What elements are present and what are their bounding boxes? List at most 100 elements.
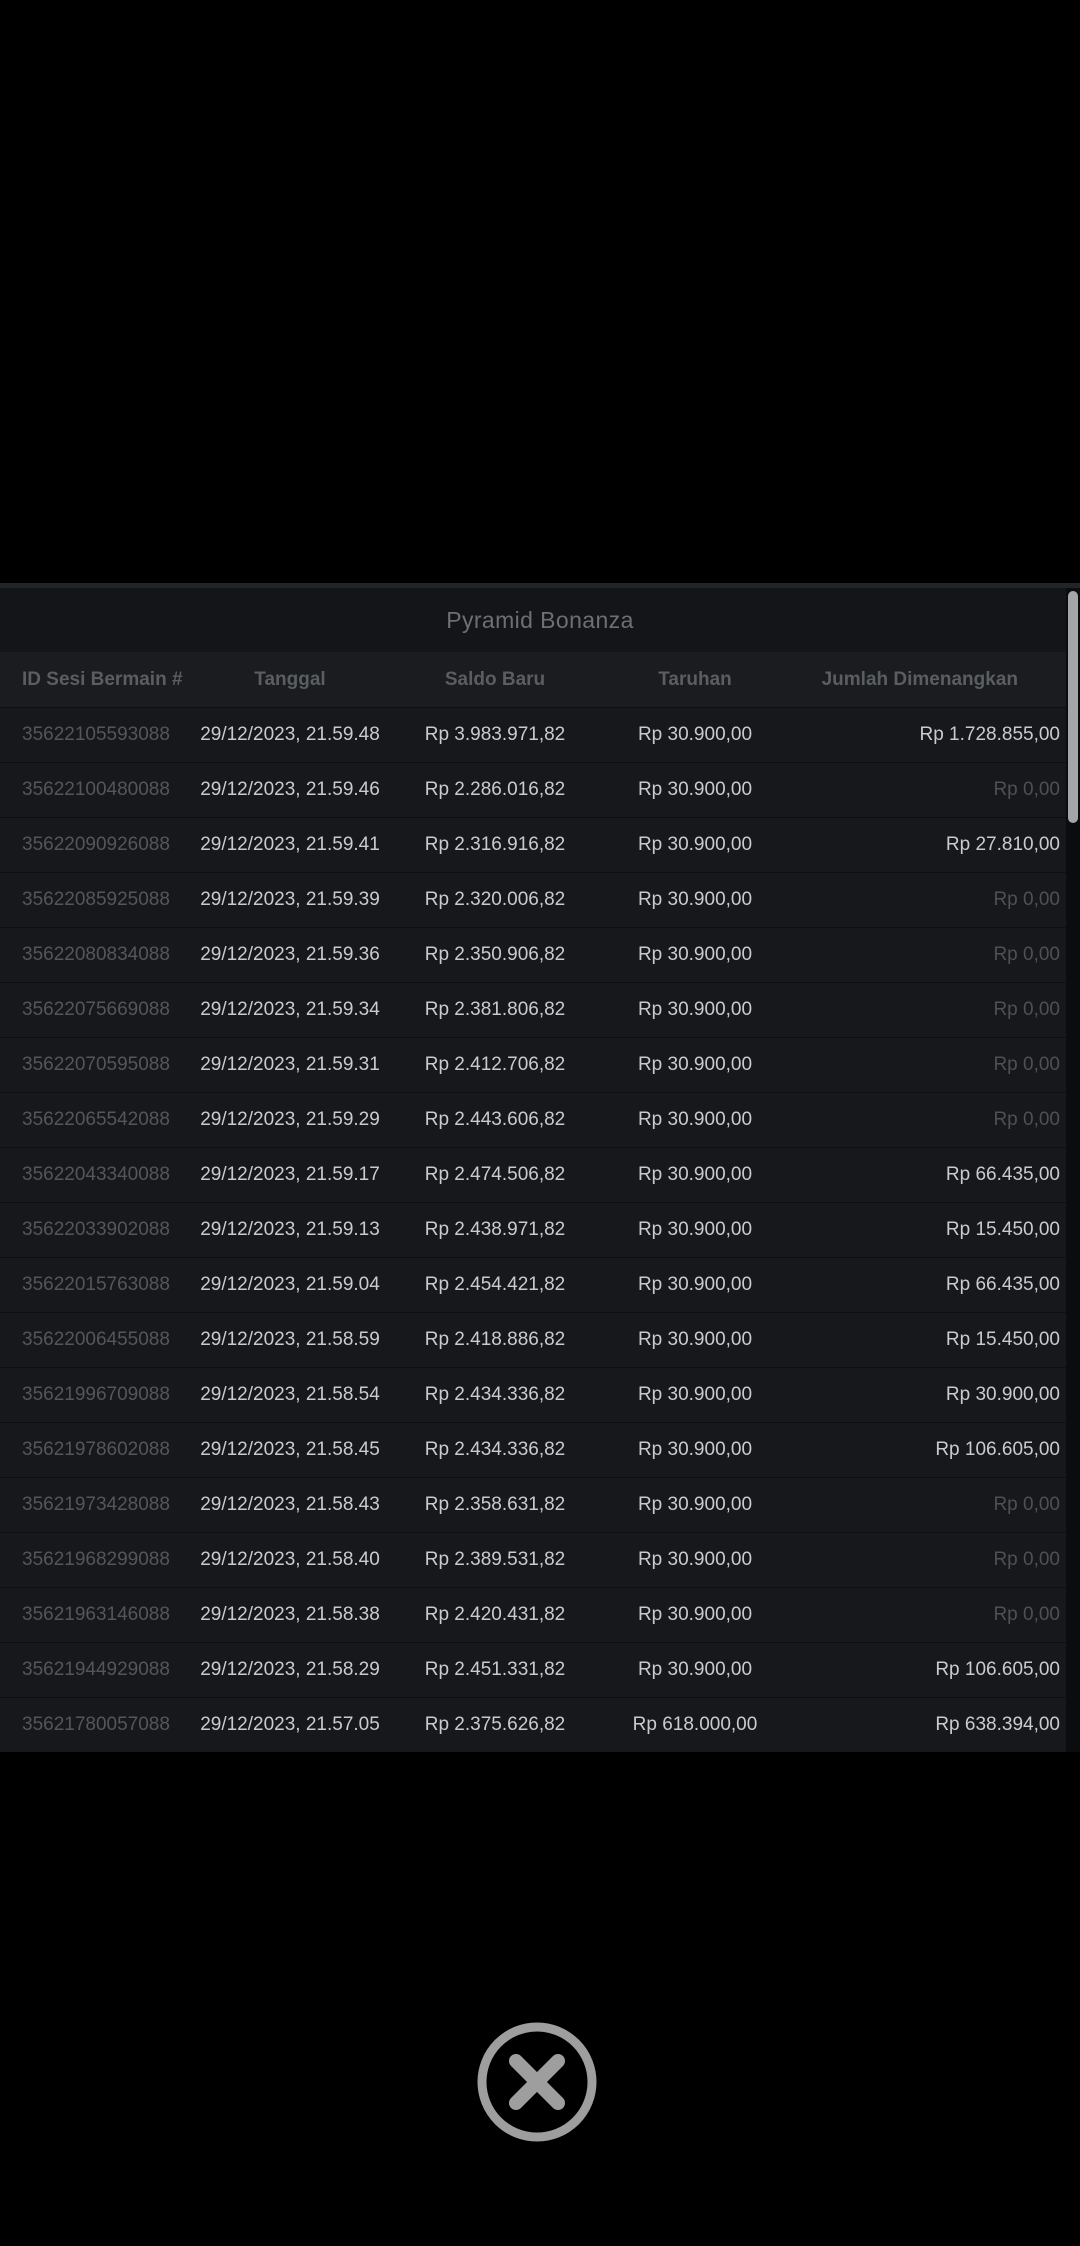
session-id-cell: 35622070595088: [22, 1054, 170, 1075]
new-balance-cell: Rp 2.316.916,82: [424, 834, 566, 855]
bet-cell: Rp 30.900,00: [637, 889, 753, 910]
session-id-cell: 35621963146088: [22, 1604, 170, 1625]
session-id-cell: 35622043340088: [22, 1164, 170, 1185]
table-row: 35621996709088 29/12/2023, 21.58.54 Rp 2…: [0, 1367, 1080, 1422]
date-cell: 29/12/2023, 21.59.41: [200, 834, 380, 855]
bet-cell: Rp 30.900,00: [637, 1054, 753, 1075]
bet-cell: Rp 30.900,00: [637, 1604, 753, 1625]
bet-cell: Rp 30.900,00: [637, 1384, 753, 1405]
amount-won-cell: Rp 1.728.855,00: [919, 724, 1060, 745]
bet-cell: Rp 30.900,00: [637, 1109, 753, 1130]
session-id-cell: 35622065542088: [22, 1109, 170, 1130]
bet-cell: Rp 30.900,00: [637, 1549, 753, 1570]
session-id-cell: 35621973428088: [22, 1494, 170, 1515]
session-id-cell: 35622085925088: [22, 889, 170, 910]
amount-won-cell: Rp 30.900,00: [945, 1384, 1060, 1405]
new-balance-cell: Rp 2.358.631,82: [424, 1494, 566, 1515]
new-balance-cell: Rp 2.350.906,82: [424, 944, 566, 965]
session-id-cell: 35622090926088: [22, 834, 170, 855]
column-header-bet: Taruhan: [658, 668, 732, 690]
amount-won-cell: Rp 66.435,00: [945, 1274, 1060, 1295]
date-cell: 29/12/2023, 21.58.45: [200, 1439, 380, 1460]
date-cell: 29/12/2023, 21.59.04: [200, 1274, 380, 1295]
amount-won-cell: Rp 0,00: [993, 944, 1060, 965]
date-cell: 29/12/2023, 21.58.54: [200, 1384, 380, 1405]
table-row: 35622015763088 29/12/2023, 21.59.04 Rp 2…: [0, 1257, 1080, 1312]
table-row: 35621978602088 29/12/2023, 21.58.45 Rp 2…: [0, 1422, 1080, 1477]
amount-won-cell: Rp 0,00: [993, 1604, 1060, 1625]
date-cell: 29/12/2023, 21.59.48: [200, 724, 380, 745]
date-cell: 29/12/2023, 21.59.36: [200, 944, 380, 965]
bet-cell: Rp 30.900,00: [637, 944, 753, 965]
date-cell: 29/12/2023, 21.58.29: [200, 1659, 380, 1680]
table-row: 35622080834088 29/12/2023, 21.59.36 Rp 2…: [0, 927, 1080, 982]
session-id-cell: 35621780057088: [22, 1714, 170, 1735]
table-row: 35622070595088 29/12/2023, 21.59.31 Rp 2…: [0, 1037, 1080, 1092]
amount-won-cell: Rp 106.605,00: [935, 1439, 1060, 1460]
column-header-date: Tanggal: [254, 668, 326, 690]
session-id-cell: 35622105593088: [22, 724, 170, 745]
bet-cell: Rp 30.900,00: [637, 834, 753, 855]
amount-won-cell: Rp 66.435,00: [945, 1164, 1060, 1185]
scrollbar-thumb[interactable]: [1068, 591, 1078, 823]
date-cell: 29/12/2023, 21.58.40: [200, 1549, 380, 1570]
date-cell: 29/12/2023, 21.57.05: [200, 1714, 380, 1735]
amount-won-cell: Rp 0,00: [993, 1109, 1060, 1130]
session-id-cell: 35622080834088: [22, 944, 170, 965]
column-header-session-id: ID Sesi Bermain #: [22, 668, 183, 690]
new-balance-cell: Rp 2.454.421,82: [424, 1274, 566, 1295]
bet-cell: Rp 30.900,00: [637, 1329, 753, 1350]
bet-cell: Rp 30.900,00: [637, 1659, 753, 1680]
session-id-cell: 35621978602088: [22, 1439, 170, 1460]
session-id-cell: 35621944929088: [22, 1659, 170, 1680]
amount-won-cell: Rp 0,00: [993, 999, 1060, 1020]
date-cell: 29/12/2023, 21.59.46: [200, 779, 380, 800]
scrollbar-track[interactable]: [1066, 588, 1080, 1752]
new-balance-cell: Rp 2.418.886,82: [424, 1329, 566, 1350]
new-balance-cell: Rp 2.412.706,82: [424, 1054, 566, 1075]
table-row: 35622100480088 29/12/2023, 21.59.46 Rp 2…: [0, 762, 1080, 817]
new-balance-cell: Rp 2.474.506,82: [424, 1164, 566, 1185]
session-id-cell: 35622075669088: [22, 999, 170, 1020]
session-id-cell: 35622100480088: [22, 779, 170, 800]
session-id-cell: 35621996709088: [22, 1384, 170, 1405]
date-cell: 29/12/2023, 21.59.31: [200, 1054, 380, 1075]
new-balance-cell: Rp 2.434.336,82: [424, 1439, 566, 1460]
table-body: 35622105593088 29/12/2023, 21.59.48 Rp 3…: [0, 707, 1080, 1752]
table-row: 35621780057088 29/12/2023, 21.57.05 Rp 2…: [0, 1697, 1080, 1752]
table-row: 35622043340088 29/12/2023, 21.59.17 Rp 2…: [0, 1147, 1080, 1202]
amount-won-cell: Rp 27.810,00: [945, 834, 1060, 855]
modal-title-bar: Pyramid Bonanza: [0, 588, 1080, 652]
table-row: 35622006455088 29/12/2023, 21.58.59 Rp 2…: [0, 1312, 1080, 1367]
new-balance-cell: Rp 2.389.531,82: [424, 1549, 566, 1570]
new-balance-cell: Rp 2.451.331,82: [424, 1659, 566, 1680]
date-cell: 29/12/2023, 21.59.17: [200, 1164, 380, 1185]
bet-cell: Rp 30.900,00: [637, 999, 753, 1020]
amount-won-cell: Rp 0,00: [993, 1494, 1060, 1515]
session-id-cell: 35622015763088: [22, 1274, 170, 1295]
amount-won-cell: Rp 0,00: [993, 1054, 1060, 1075]
new-balance-cell: Rp 2.438.971,82: [424, 1219, 566, 1240]
session-id-cell: 35622033902088: [22, 1219, 170, 1240]
table-row: 35621968299088 29/12/2023, 21.58.40 Rp 2…: [0, 1532, 1080, 1587]
new-balance-cell: Rp 2.381.806,82: [424, 999, 566, 1020]
date-cell: 29/12/2023, 21.59.34: [200, 999, 380, 1020]
close-button[interactable]: [473, 2018, 601, 2146]
bet-cell: Rp 30.900,00: [637, 779, 753, 800]
new-balance-cell: Rp 2.320.006,82: [424, 889, 566, 910]
column-header-amount-won: Jumlah Dimenangkan: [821, 668, 1018, 690]
amount-won-cell: Rp 638.394,00: [935, 1714, 1060, 1735]
new-balance-cell: Rp 3.983.971,82: [424, 724, 566, 745]
table-row: 35621963146088 29/12/2023, 21.58.38 Rp 2…: [0, 1587, 1080, 1642]
bet-cell: Rp 30.900,00: [637, 1439, 753, 1460]
table-row: 35622075669088 29/12/2023, 21.59.34 Rp 2…: [0, 982, 1080, 1037]
new-balance-cell: Rp 2.443.606,82: [424, 1109, 566, 1130]
date-cell: 29/12/2023, 21.59.29: [200, 1109, 380, 1130]
new-balance-cell: Rp 2.434.336,82: [424, 1384, 566, 1405]
game-title: Pyramid Bonanza: [446, 606, 634, 633]
amount-won-cell: Rp 0,00: [993, 779, 1060, 800]
bet-cell: Rp 30.900,00: [637, 1219, 753, 1240]
new-balance-cell: Rp 2.375.626,82: [424, 1714, 566, 1735]
amount-won-cell: Rp 0,00: [993, 889, 1060, 910]
bet-cell: Rp 30.900,00: [637, 1274, 753, 1295]
